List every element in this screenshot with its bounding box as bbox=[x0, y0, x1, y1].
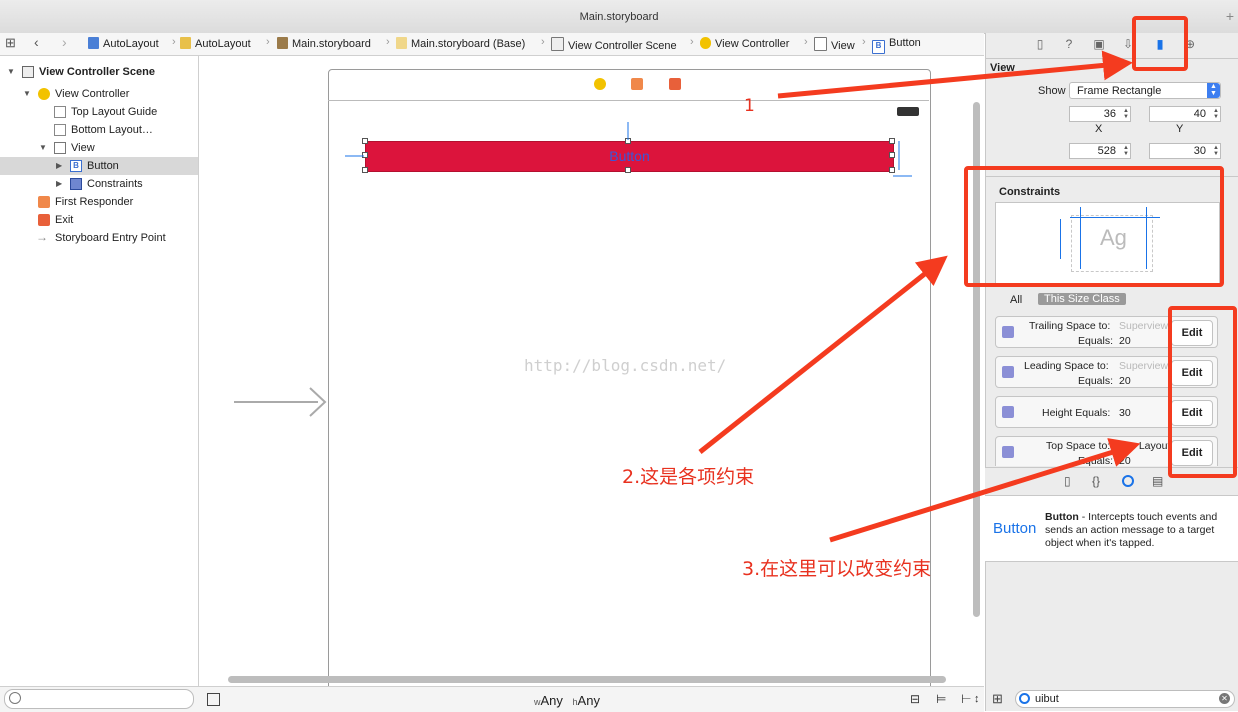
annotation-label-1: 1 bbox=[744, 96, 755, 116]
annotation-arrows bbox=[234, 50, 1141, 543]
annotation-arrow-2 bbox=[698, 255, 948, 454]
annotation-arrow-3 bbox=[829, 438, 1141, 543]
annotation-label-3: 3.在这里可以改变约束 bbox=[742, 558, 932, 580]
annotation-arrow-1 bbox=[777, 50, 1133, 99]
annotation-label-2: 2.这是各项约束 bbox=[622, 466, 755, 488]
